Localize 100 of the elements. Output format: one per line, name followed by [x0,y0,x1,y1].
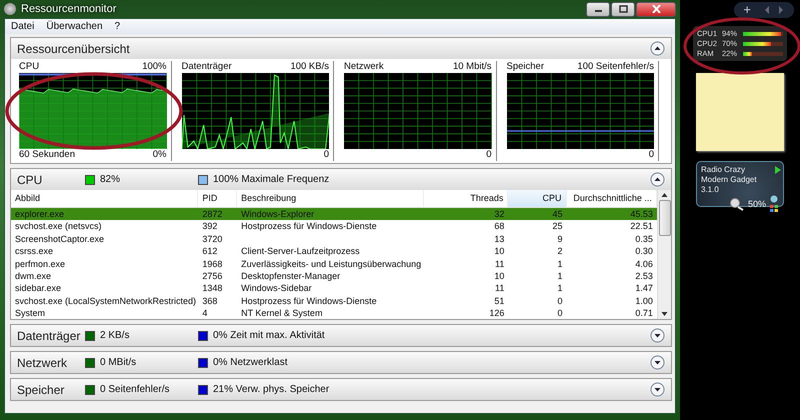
table-cell: 1.00 [635,296,653,306]
table-row[interactable]: svchost.exe (netsvcs) 392 Hostprozess für Windows-Dienste 68 25 22.51 [11,220,657,233]
app-icon [4,3,16,15]
table-cell: svchost.exe (LocalSystemNetworkRestricted) [15,296,196,306]
scrollbar[interactable] [657,190,671,319]
volume-reading: 50% [748,199,766,209]
expand-icon[interactable] [650,382,665,397]
table-cell: 2.53 [635,270,653,281]
table-cell: 10 [494,270,504,281]
section-title: Ressourcenübersicht [17,42,130,56]
table-cell: sidebar.exe [15,283,62,294]
table-cell: 1 [557,270,562,281]
table-cell: 1968 [202,258,222,269]
table-cell: perfmon.exe [15,258,66,269]
section-title: Datenträger [17,328,82,342]
legend-text: 2 KB/s [100,330,130,341]
table-row[interactable]: dwm.exe 2756 Desktopfenster-Manager 10 1 2.53 [11,270,657,282]
table-row[interactable]: svchost.exe (LocalSystemNetworkRestricted) 368 Hostprozess für Windows-Dienste 51 0 1.00 [11,294,657,308]
section-header[interactable]: Ressourcenübersicht [11,38,671,59]
table-row[interactable]: perfmon.exe 1968 Zuverlässigkeits- und Leistungsüberwachung 11 1 4.06 [11,258,657,270]
table-row[interactable]: sidebar.exe 1348 Windows-Sidebar 11 1 1.47 [11,282,657,295]
graph-label: Netzwerk [344,61,384,73]
section-title: Netzwerk [17,356,68,370]
table-cell: 11 [495,258,504,269]
column-header[interactable]: Abbild [11,190,198,207]
table-cell: 1 [557,258,562,269]
table-cell: Zuverlässigkeits- und Leistungsüberwachung [241,258,422,269]
table-cell: ScreenshotCaptor.exe [15,234,104,244]
table-cell: 45.53 [630,209,653,219]
window-title: Ressourcenmonitor [21,3,116,15]
close-button[interactable] [636,2,676,16]
table-cell: csrss.exe [15,246,54,256]
maximize-button[interactable] [611,2,635,16]
table-cell: 1.47 [635,283,653,294]
legend-text: 82% [100,174,120,185]
table-cell: 2 [557,246,562,256]
section-header[interactable]: Netzwerk 0 MBit/s 0% Netzwerklast [11,352,671,373]
menu-item[interactable]: Datei [11,21,34,32]
table-cell: Hostprozess für Windows-Dienste [241,221,377,232]
table-cell: 126 [489,308,504,318]
graph-max: 100 Seitenfehler/s [577,61,654,73]
play-icon[interactable] [775,166,781,174]
graph-label: CPU [19,61,40,73]
scrollbar-thumb[interactable] [658,200,670,236]
section-title: CPU [17,172,44,186]
table-cell: 3720 [202,234,222,244]
table-cell: 32 [494,209,504,219]
table-cell: Windows-Sidebar [241,283,312,294]
table-cell: 22.51 [630,221,653,232]
table-cell: Desktopfenster-Manager [241,270,340,281]
table-cell: Hostprozess für Windows-Dienste [241,296,377,306]
table-cell: Client-Server-Laufzeitprozess [241,246,360,256]
table-cell: 2872 [202,209,222,219]
graph-value: 0 [648,149,654,161]
graph-max: 100% [142,61,166,73]
expand-icon[interactable] [650,328,665,343]
column-header[interactable]: PID [198,190,238,207]
table-row[interactable]: csrss.exe 612 Client-Server-Laufzeitprozess 10 2 0.30 [11,245,657,258]
globe-icon[interactable] [769,195,779,213]
graph-max: 10 Mbit/s [452,61,492,73]
section-header[interactable]: Datenträger 2 KB/s 0% Zeit mit max. Aktivität [11,325,671,346]
table-cell: 45 [552,209,562,219]
graph-value: 0 [324,149,329,161]
table-cell: 25 [552,221,562,232]
graph-footer: 60 Sekunden [19,149,75,161]
table-cell: 0.35 [635,234,653,244]
graph-label: Datenträger [182,61,232,73]
table-cell: 368 [202,296,218,306]
table-cell: 51 [494,296,504,306]
table-row[interactable]: ScreenshotCaptor.exe 3720 13 9 0.35 [11,232,657,246]
table-row[interactable]: System 4 NT Kernel & System 126 0 0.71 [11,307,657,319]
table-cell: 0.30 [635,246,653,256]
table-cell: 10 [494,246,504,256]
collapse-icon[interactable] [650,41,665,56]
section-title: Speicher [17,382,66,396]
table-cell: 0.71 [635,308,653,318]
radio-title: Radio Crazy Modern Gadget 3.1.0 [701,165,758,195]
table-row[interactable]: explorer.exe 2872 Windows-Explorer 32 45 45.53 [11,208,657,220]
graph-max: 100 KB/s [290,61,329,73]
minimize-button[interactable] [586,2,610,16]
graph-value: 0% [152,149,166,161]
section-header[interactable]: Speicher 0 Seitenfehler/s 21% Verw. phys. Speicher [11,379,671,400]
column-header[interactable]: Beschreibung [237,190,424,207]
legend-text: 0 MBit/s [100,357,136,368]
table-cell: System [15,308,46,318]
collapse-icon[interactable] [650,172,665,187]
table-cell: 392 [202,221,218,232]
menu-item[interactable]: ? [114,21,120,32]
add-gadget-button[interactable]: + [739,3,755,17]
legend-text: 0% Netzwerklast [213,357,288,368]
table-cell: svchost.exe (netsvcs) [15,221,102,232]
section-header[interactable]: CPU 82% 100% Maximale Frequenz [11,169,671,190]
table-cell: 1 [557,283,562,294]
table-cell: 4 [202,308,208,318]
graph-value: 0 [486,149,492,161]
column-header[interactable]: CPU [508,190,566,207]
menu-item[interactable]: Überwachen [46,21,103,32]
expand-icon[interactable] [650,355,665,370]
table-cell: dwm.exe [15,270,52,281]
table-cell: 4.06 [635,258,653,269]
